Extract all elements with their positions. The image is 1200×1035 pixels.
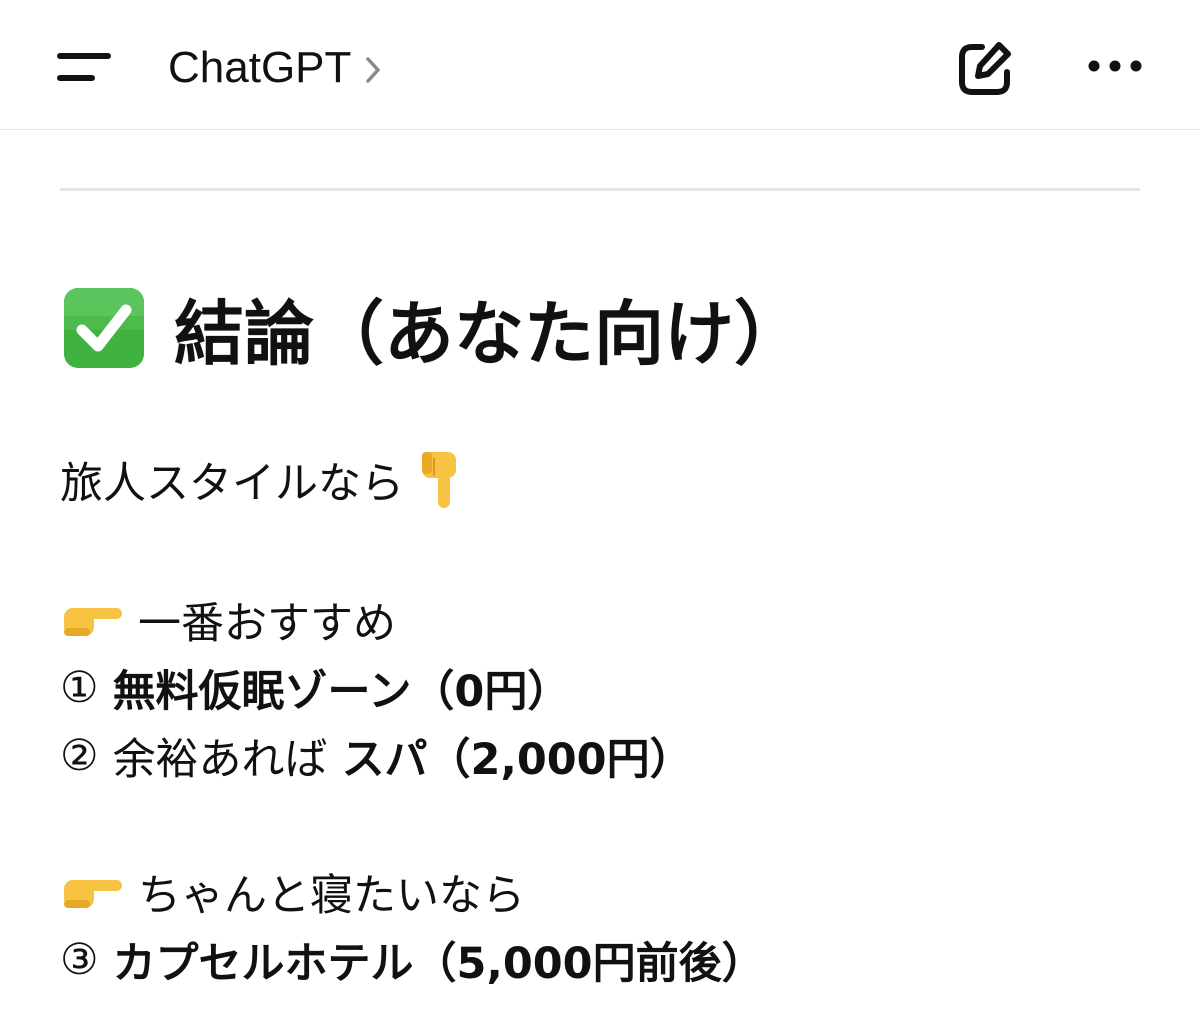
pointing-right-icon (64, 880, 122, 908)
option-2-prefix: 余裕あれば (112, 735, 328, 785)
option-3-text: カプセルホテル（5,000円前後） (112, 939, 765, 989)
section2-label-line: ちゃんと寝たいなら (60, 862, 525, 922)
section1-label-line: 一番おすすめ (60, 590, 396, 650)
answer-heading: 結論（あなた向け） (62, 282, 804, 375)
option-2-line: ② 余裕あれば スパ（2,000円） (60, 726, 693, 786)
menu-icon (57, 53, 111, 81)
more-horizontal-icon (1088, 60, 1142, 72)
more-options-button[interactable] (1080, 40, 1150, 92)
app-title: ChatGPT (168, 43, 352, 92)
heading-text: 結論（あなた向け） (174, 292, 804, 375)
intro-text: 旅人スタイルなら (60, 459, 404, 509)
check-mark-button-icon (64, 288, 144, 368)
option-2-number: ② (60, 731, 99, 781)
section1-label: 一番おすすめ (138, 599, 396, 649)
top-bar: ChatGPT (0, 0, 1200, 130)
edit-icon (959, 42, 1011, 95)
new-chat-button[interactable] (952, 36, 1018, 102)
chevron-right-icon (366, 57, 381, 83)
menu-button[interactable] (50, 38, 114, 94)
message-divider (60, 188, 1140, 191)
option-3-number: ③ (60, 935, 99, 985)
option-3-line: ③ カプセルホテル（5,000円前後） (60, 930, 765, 990)
option-2-text: スパ（2,000円） (341, 735, 693, 785)
pointing-down-icon (422, 452, 456, 508)
section2-label: ちゃんと寝たいなら (138, 871, 525, 921)
conversation-title-button[interactable]: ChatGPT (168, 36, 383, 100)
pointing-right-icon (64, 608, 122, 636)
intro-line: 旅人スタイルなら (60, 450, 462, 510)
option-1-text: 無料仮眠ゾーン（0円） (112, 667, 571, 717)
option-1-number: ① (60, 663, 99, 713)
option-1-line: ① 無料仮眠ゾーン（0円） (60, 658, 570, 718)
